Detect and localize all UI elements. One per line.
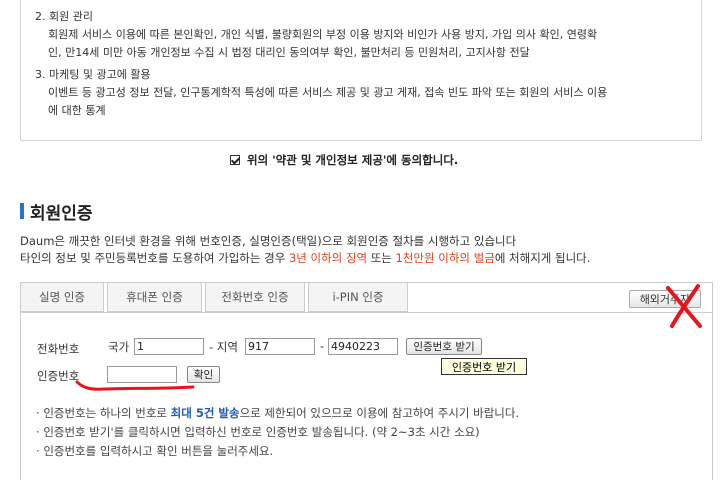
auth-tabs: 실명 인증 휴대폰 인증 전화번호 인증 i-PIN 인증 [20,282,411,313]
agree-label[interactable]: 위의 '약관 및 개인정보 제공'에 동의합니다. [247,152,458,168]
agree-checkbox[interactable] [230,155,240,165]
description-line-2: 타인의 정보 및 주민등록번호를 도용하여 가입하는 경우 3년 이하의 징역 … [20,250,590,266]
section-marker [20,203,24,219]
term-title: 3. 마케팅 및 광고에 활용 [35,68,151,81]
tab-real-name[interactable]: 실명 인증 [20,282,104,312]
term-title: 2. 회원 관리 [35,10,93,23]
description-line-1: Daum은 깨끗한 인터넷 환경을 위해 번호인증, 실명인증(택일)으로 회원… [20,234,517,248]
penalty-fine: 1천만원 이하의 벌금 [395,251,495,265]
desc-text: 타인의 정보 및 주민등록번호를 도용하여 가입하는 경우 [20,251,289,265]
number-input[interactable]: 4940223 [328,338,398,355]
red-underline-annotation [75,380,195,391]
country-input[interactable]: 1 [134,338,204,355]
terms-box[interactable]: 2. 회원 관리 회원제 서비스 이용에 따른 본인확인, 개인 식별, 불량회… [20,0,702,141]
note-text: 으로 제한되어 있으므로 이용에 참고하여 주시기 바랍니다. [239,406,520,420]
penalty-prison: 3년 이하의 징역 [288,251,368,265]
term-body-line: 회원제 서비스 이용에 따른 본인확인, 개인 식별, 불량회원의 부정 이용 … [48,28,598,41]
note-text: 인증번호는 하나의 번호로 [43,406,171,420]
term-member-management: 2. 회원 관리 회원제 서비스 이용에 따른 본인확인, 개인 식별, 불량회… [35,8,597,62]
phone-label: 전화번호 [37,342,80,356]
area-input[interactable]: 917 [245,338,315,355]
request-code-tooltip: 인증번호 받기 [441,358,527,375]
notes: 인증번호는 하나의 번호로 최대 5건 발송으로 제한되어 있으므로 이용에 참… [36,404,519,461]
term-marketing: 3. 마케팅 및 광고에 활용 이벤트 등 광고성 정보 전달, 인구통계학적 … [35,66,607,120]
agree-row[interactable]: 위의 '약관 및 개인정보 제공'에 동의합니다. [230,152,458,168]
note-item: 인증번호는 하나의 번호로 최대 5건 발송으로 제한되어 있으므로 이용에 참… [36,404,519,423]
tab-ipin[interactable]: i-PIN 인증 [308,282,408,312]
term-body-line: 인, 만14세 미만 아동 개인정보 수집 시 법정 대리인 동의여부 확인, … [48,46,530,59]
red-x-annotation [666,284,702,328]
note-highlight: 최대 5건 발송 [170,406,240,420]
desc-text: 또는 [367,251,396,265]
term-body-line: 에 대한 통계 [48,104,106,117]
desc-text: 에 처해지게 됩니다. [494,251,591,265]
note-item: 인증번호를 입력하시고 확인 버튼을 눌러주세요. [36,442,519,461]
tab-mobile[interactable]: 휴대폰 인증 [107,282,202,312]
tab-phone[interactable]: 전화번호 인증 [205,282,305,312]
term-body-line: 이벤트 등 광고성 정보 전달, 인구통계학적 특성에 따른 서비스 제공 및 … [48,86,608,99]
note-item: 인증번호 받기'를 클릭하시면 입력하신 번호로 인증번호 발송됩니다. (약 … [36,423,519,442]
request-code-button[interactable]: 인증번호 받기 [406,338,482,355]
section-title: 회원인증 [30,204,93,224]
area-label: - 지역 [209,340,238,354]
number-dash: - [320,339,325,353]
code-label: 인증번호 [37,369,80,383]
country-label: 국가 [108,340,130,354]
